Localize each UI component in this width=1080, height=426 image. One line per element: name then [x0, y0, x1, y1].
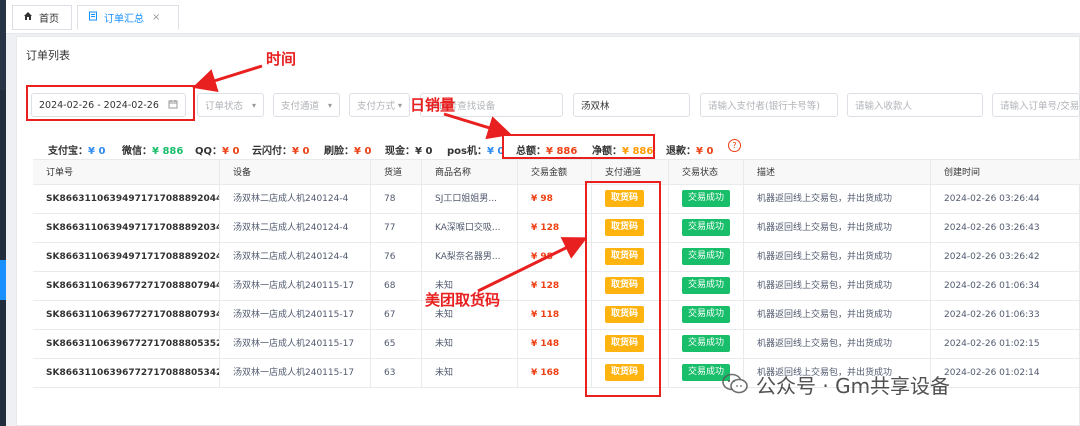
- watermark-text: 公众号 · Gm共享设备: [756, 373, 951, 398]
- arrow-meituan: [477, 237, 588, 293]
- arrow-daily-sales: [443, 112, 512, 140]
- annotation-arrows: [192, 64, 588, 293]
- arrow-time: [192, 64, 263, 93]
- wechat-icon: [722, 373, 748, 395]
- watermark: 公众号 · Gm共享设备: [722, 366, 950, 402]
